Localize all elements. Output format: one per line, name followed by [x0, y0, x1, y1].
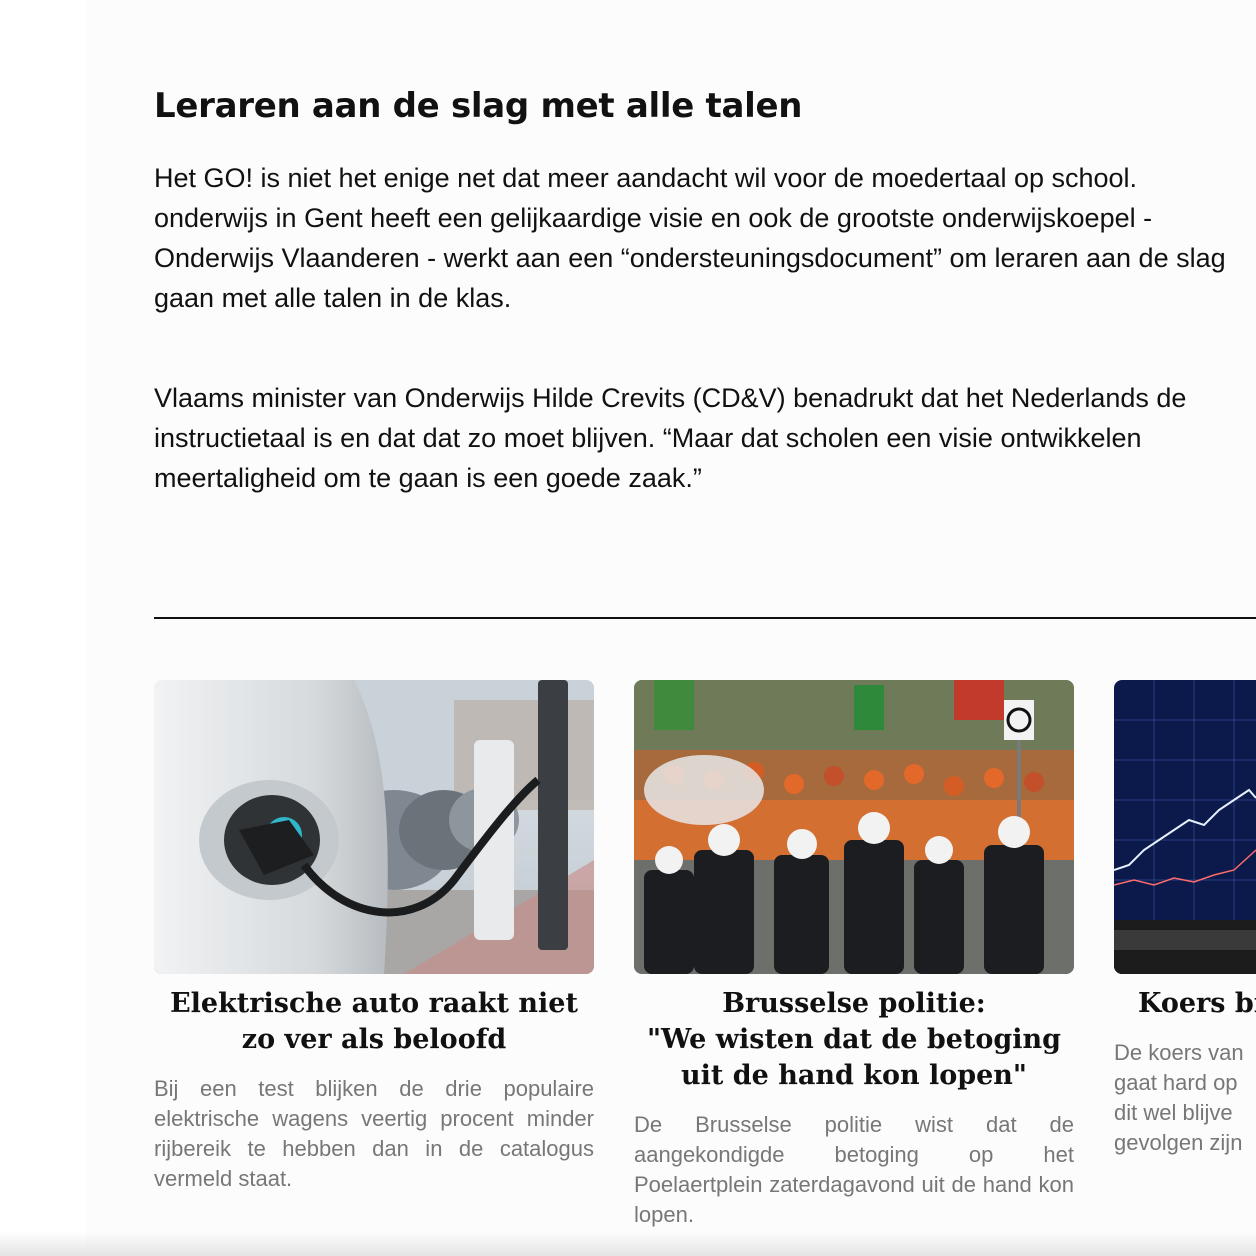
paragraph-line: Onderwijs Vlaanderen - werkt aan een “on…	[154, 243, 1226, 273]
title-line: Elektrische auto raakt niet	[170, 988, 578, 1019]
related-article-summary: De Brusselse politie wist dat de aangeko…	[634, 1112, 1074, 1227]
paragraph-line: meertaligheid om te gaan is een goede za…	[154, 463, 702, 493]
related-article-card[interactable]: Koers bit De koers van gaat hard op dit …	[1114, 680, 1256, 1158]
summary-line: De koers van	[1114, 1040, 1244, 1065]
riot-police-protest-image[interactable]	[634, 680, 1074, 974]
paragraph-line: gaan met alle talen in de klas.	[154, 283, 512, 313]
paragraph-line: instructietaal is en dat dat zo moet bli…	[154, 423, 1142, 453]
summary-line: gevolgen zijn	[1114, 1130, 1243, 1155]
riot-police-protest-image-graphic	[634, 680, 1074, 974]
title-line: uit de hand kon lopen"	[680, 1060, 1028, 1091]
bottom-shadow	[0, 1232, 1256, 1256]
summary-line: dit wel blijve	[1114, 1100, 1233, 1125]
related-article-card[interactable]: Elektrische auto raakt niet zo ver als b…	[154, 680, 594, 1194]
related-article-title[interactable]: Elektrische auto raakt niet zo ver als b…	[154, 986, 594, 1058]
left-margin	[0, 0, 86, 1256]
paragraph-line: Vlaams minister van Onderwijs Hilde Crev…	[154, 383, 1187, 413]
stock-chart-screen-image-graphic	[1114, 680, 1256, 974]
related-article-summary: Bij een test blijken de drie populaire e…	[154, 1076, 594, 1191]
title-line: Brusselse politie:	[722, 988, 986, 1019]
main-content: Leraren aan de slag met alle talen Het G…	[86, 0, 1256, 1256]
related-article-title[interactable]: Koers bit	[1114, 986, 1256, 1022]
paragraph-line: Het GO! is niet het enige net dat meer a…	[154, 163, 1138, 193]
related-article-title[interactable]: Brusselse politie: "We wisten dat de bet…	[634, 986, 1074, 1094]
article-paragraph-1: Het GO! is niet het enige net dat meer a…	[154, 158, 1256, 318]
related-article-card[interactable]: Brusselse politie: "We wisten dat de bet…	[634, 680, 1074, 1230]
paragraph-line: onderwijs in Gent heeft een gelijkaardig…	[154, 203, 1153, 233]
title-line: zo ver als beloofd	[241, 1024, 507, 1055]
section-divider	[154, 617, 1256, 619]
electric-car-charging-image-graphic	[154, 680, 594, 974]
related-article-summary: De koers van gaat hard op dit wel blijve…	[1114, 1038, 1256, 1158]
section-heading: Leraren aan de slag met alle talen	[154, 86, 803, 126]
stock-chart-screen-image[interactable]	[1114, 680, 1256, 974]
summary-line: gaat hard op	[1114, 1070, 1238, 1095]
article-paragraph-2: Vlaams minister van Onderwijs Hilde Crev…	[154, 378, 1256, 498]
title-line: Koers bit	[1138, 988, 1256, 1019]
electric-car-charging-image[interactable]	[154, 680, 594, 974]
title-line: "We wisten dat de betoging	[646, 1024, 1062, 1055]
